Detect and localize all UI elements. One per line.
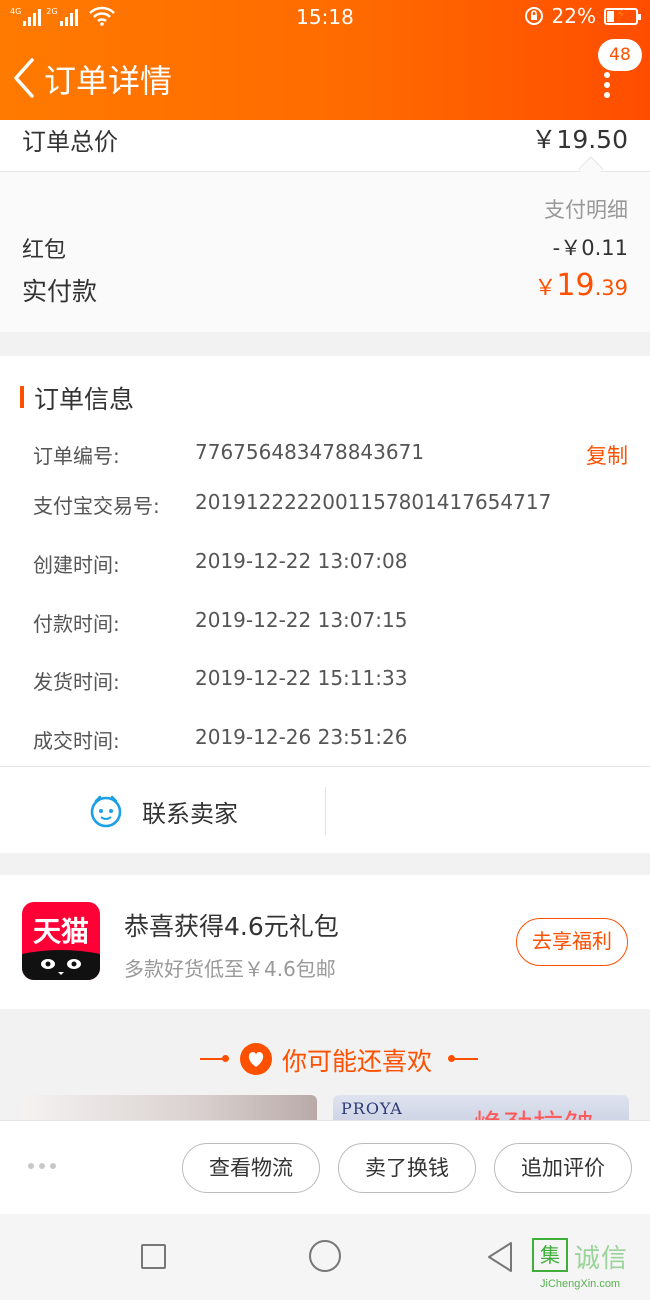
watermark-url: JiChengXin.com bbox=[540, 1278, 621, 1290]
info-row-completed: 成交时间: 2019-12-26 23:51:26 bbox=[33, 725, 633, 755]
recommend-card[interactable]: PROYA 焕劲抗皱 bbox=[333, 1095, 629, 1120]
bottom-action-bar: 查看物流 卖了换钱 追加评价 bbox=[0, 1120, 650, 1214]
heart-icon bbox=[240, 1043, 272, 1075]
info-key: 成交时间: bbox=[33, 729, 120, 753]
watermark-logo: 集 bbox=[532, 1238, 568, 1272]
watermark: 集 诚信 JiChengXin.com bbox=[532, 1238, 650, 1298]
resell-button[interactable]: 卖了换钱 bbox=[338, 1143, 476, 1193]
info-value: 2019122222001157801417654717 bbox=[195, 490, 552, 514]
payment-detail-section: 支付明细 红包 -￥0.11 实付款 ￥19.39 bbox=[0, 172, 650, 332]
promo-subtitle: 多款好货低至￥4.6包邮 bbox=[124, 957, 336, 981]
tmall-logo: 天猫 bbox=[22, 902, 100, 980]
recommend-title: 你可能还喜欢 bbox=[282, 1047, 433, 1076]
divider bbox=[325, 787, 326, 835]
info-key: 发货时间: bbox=[33, 670, 120, 694]
paid-label: 实付款 bbox=[22, 277, 98, 306]
navbar: 订单详情 48 bbox=[0, 39, 650, 114]
info-value: 2019-12-22 15:11:33 bbox=[195, 666, 408, 690]
promo-title: 恭喜获得4.6元礼包 bbox=[124, 912, 339, 941]
back-icon[interactable] bbox=[10, 56, 40, 100]
paid-currency: ￥ bbox=[534, 276, 557, 301]
rotation-lock-icon bbox=[524, 7, 543, 25]
add-review-button[interactable]: 追加评价 bbox=[494, 1143, 632, 1193]
info-key: 订单编号: bbox=[33, 444, 120, 468]
recommend-header: 你可能还喜欢 bbox=[0, 1040, 650, 1078]
order-total-label: 订单总价 bbox=[22, 128, 118, 156]
message-count-badge[interactable]: 48 bbox=[598, 39, 642, 71]
recent-apps-icon[interactable] bbox=[141, 1244, 166, 1269]
contact-seller-button[interactable]: 联系卖家 bbox=[88, 791, 238, 831]
hongbao-label: 红包 bbox=[22, 238, 67, 263]
get-benefit-button[interactable]: 去享福利 bbox=[516, 918, 628, 966]
info-row-alipay-number: 支付宝交易号: 2019122222001157801417654717 bbox=[33, 490, 633, 520]
info-key: 付款时间: bbox=[33, 612, 120, 636]
section-accent-bar bbox=[20, 386, 24, 408]
paid-decimal: .39 bbox=[594, 276, 628, 300]
order-total-row: 订单总价 ￥19.50 bbox=[0, 120, 650, 172]
contact-section: 联系卖家 bbox=[0, 766, 650, 853]
order-info-title: 订单信息 bbox=[34, 385, 135, 414]
order-total-value: ￥19.50 bbox=[531, 125, 628, 154]
info-key: 支付宝交易号: bbox=[33, 494, 160, 518]
battery-icon: ⚡ bbox=[604, 7, 641, 25]
page-title: 订单详情 bbox=[44, 62, 173, 100]
card-slogan: 焕劲抗皱 bbox=[473, 1101, 603, 1120]
chat-face-icon bbox=[90, 795, 122, 828]
status-right: 22% ⚡ bbox=[524, 4, 641, 28]
paid-integer: 19 bbox=[556, 268, 595, 303]
info-value: 2019-12-22 13:07:08 bbox=[195, 549, 408, 573]
hongbao-value: -￥0.11 bbox=[552, 236, 628, 260]
info-value: 2019-12-22 13:07:15 bbox=[195, 608, 408, 632]
info-value: 2019-12-26 23:51:26 bbox=[195, 725, 408, 749]
watermark-text: 诚信 bbox=[574, 1244, 629, 1274]
info-key: 创建时间: bbox=[33, 553, 120, 577]
paid-value: ￥19.39 bbox=[534, 268, 628, 303]
card-brand: PROYA bbox=[341, 1099, 403, 1118]
decor-dot-left bbox=[222, 1055, 229, 1062]
payment-detail-link[interactable]: 支付明细 bbox=[544, 194, 628, 224]
more-icon[interactable] bbox=[604, 72, 610, 98]
info-row-created: 创建时间: 2019-12-22 13:07:08 bbox=[33, 549, 633, 579]
info-row-paid: 付款时间: 2019-12-22 13:07:15 bbox=[33, 608, 633, 638]
view-logistics-button[interactable]: 查看物流 bbox=[182, 1143, 320, 1193]
system-nav-bar: 集 诚信 JiChengXin.com bbox=[0, 1214, 650, 1300]
tmall-promo-section[interactable]: 天猫 恭喜获得4.6元礼包 多款好货低至￥4.6包邮 去享福利 bbox=[0, 875, 650, 1009]
status-bar: 4G 2G 15:18 22% ⚡ bbox=[0, 0, 650, 34]
system-back-icon[interactable] bbox=[485, 1240, 515, 1274]
order-info-section: 订单信息 复制 订单编号: 776756483478843671 支付宝交易号: 2… bbox=[0, 356, 650, 766]
tmall-cat-icon bbox=[22, 950, 100, 980]
more-actions-icon[interactable] bbox=[28, 1163, 56, 1169]
info-row-order-number: 订单编号: 776756483478843671 bbox=[33, 440, 633, 470]
app-header: 4G 2G 15:18 22% ⚡ 订单详情 48 bbox=[0, 0, 650, 120]
info-value: 776756483478843671 bbox=[195, 440, 425, 464]
decor-dot-right bbox=[448, 1055, 455, 1062]
contact-seller-label: 联系卖家 bbox=[142, 799, 238, 828]
battery-percent: 22% bbox=[551, 4, 596, 28]
home-icon[interactable] bbox=[309, 1240, 341, 1272]
info-row-shipped: 发货时间: 2019-12-22 15:11:33 bbox=[33, 666, 633, 696]
recommend-card[interactable] bbox=[21, 1095, 317, 1120]
